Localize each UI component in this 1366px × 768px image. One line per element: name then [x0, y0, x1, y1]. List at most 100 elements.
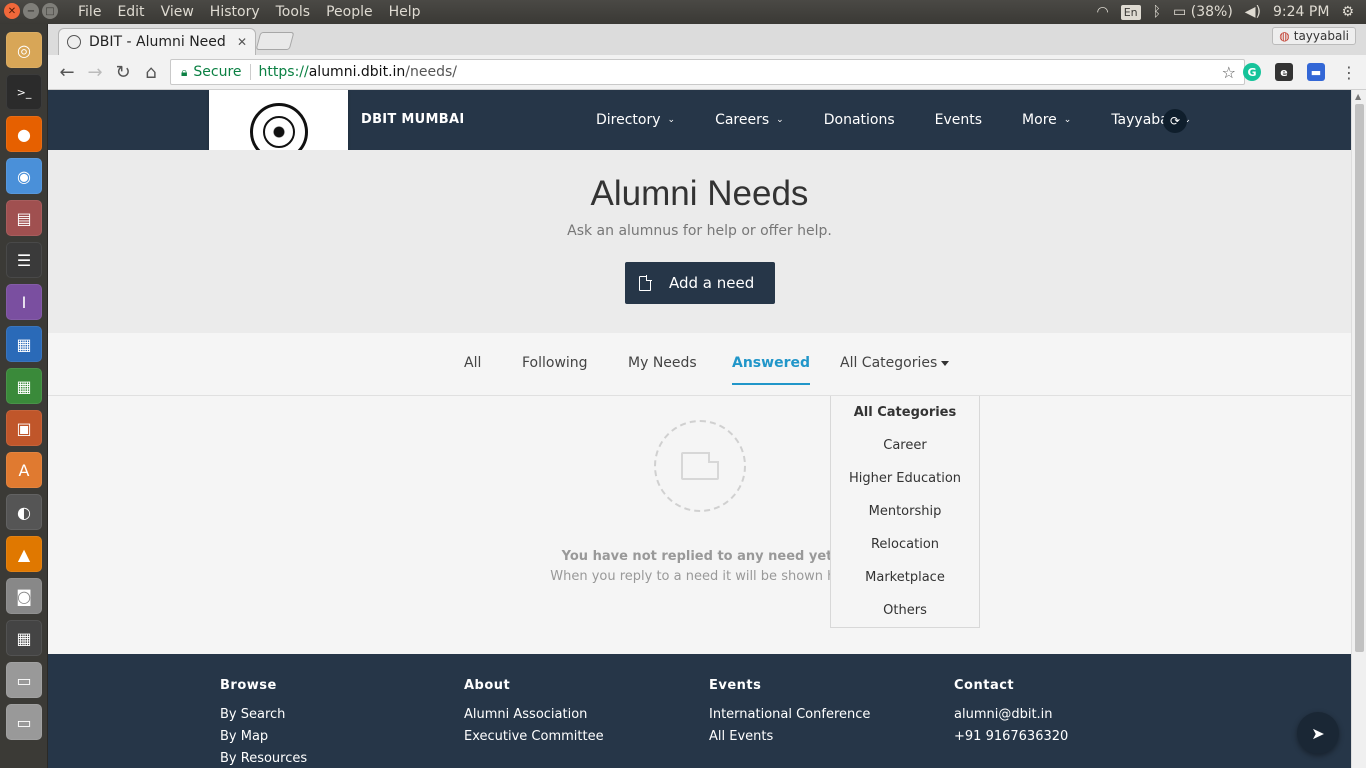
category-option-relocation[interactable]: Relocation: [831, 528, 979, 561]
drive-icon[interactable]: ▭: [6, 662, 42, 698]
profile-button[interactable]: ◍ tayyabali: [1272, 27, 1356, 45]
workspace-switcher-icon[interactable]: ▦: [6, 620, 42, 656]
system-tray: ◠ En ᛒ ▭ (38%) ◀) 9:24 PM ⚙: [1097, 0, 1366, 24]
brand-name[interactable]: DBIT MUMBAI: [361, 112, 464, 127]
close-window-icon[interactable]: ✕: [4, 3, 20, 19]
footer-browse: Browse By Search By Map By Resources: [220, 678, 307, 768]
volume-icon[interactable]: ◀): [1245, 4, 1261, 20]
camera-icon[interactable]: ◙: [6, 578, 42, 614]
bookmark-star-icon[interactable]: ☆: [1222, 63, 1236, 82]
file-manager-icon[interactable]: ▤: [6, 200, 42, 236]
drive-2-icon[interactable]: ▭: [6, 704, 42, 740]
system-monitor-icon[interactable]: ☰: [6, 242, 42, 278]
back-arrow-icon[interactable]: ←: [56, 61, 78, 83]
site-footer: Browse By Search By Map By Resources Abo…: [48, 654, 1351, 768]
footer-link[interactable]: +91 9167636320: [954, 729, 1068, 744]
impress-icon[interactable]: ▣: [6, 410, 42, 446]
home-icon[interactable]: ⌂: [140, 61, 162, 83]
browser-toolbar: ← → ↻ ⌂ 🔒︎ Secure https://alumni.dbit.in…: [48, 55, 1366, 90]
url-host: alumni.dbit.in: [308, 64, 406, 80]
page-title: Alumni Needs: [590, 174, 809, 213]
nav-events[interactable]: Events: [935, 112, 982, 128]
page-subtitle: Ask an alumnus for help or offer help.: [567, 223, 832, 239]
bluetooth-icon[interactable]: ᛒ: [1153, 4, 1161, 20]
extension-icon[interactable]: ▬: [1307, 63, 1325, 81]
browser-menu-icon[interactable]: ⋮: [1338, 61, 1360, 83]
battery-percent: (38%): [1190, 4, 1233, 20]
menu-view[interactable]: View: [153, 3, 202, 21]
nav-donations-label: Donations: [823, 112, 895, 128]
footer-contact: Contact alumni@dbit.in +91 9167636320: [954, 678, 1068, 751]
category-option-higher-education[interactable]: Higher Education: [831, 462, 979, 495]
scrollbar-thumb[interactable]: [1355, 104, 1364, 652]
footer-link[interactable]: International Conference: [709, 707, 870, 722]
evernote-icon[interactable]: e: [1275, 63, 1293, 81]
add-need-button[interactable]: Add a need: [625, 262, 775, 304]
footer-link[interactable]: All Events: [709, 729, 870, 744]
settings-gear-icon[interactable]: ⚙: [1341, 4, 1354, 20]
calc-icon[interactable]: ▦: [6, 368, 42, 404]
footer-heading: About: [464, 678, 511, 693]
battery-icon: ▭: [1173, 4, 1187, 20]
footer-link[interactable]: By Search: [220, 707, 307, 722]
new-tab-button[interactable]: [255, 32, 295, 50]
tab-following[interactable]: Following: [522, 355, 588, 385]
tab-answered[interactable]: Answered: [732, 355, 810, 385]
footer-link[interactable]: alumni@dbit.in: [954, 707, 1068, 722]
footer-link[interactable]: Alumni Association: [464, 707, 604, 722]
empty-subtitle: When you reply to a need it will be show…: [550, 569, 849, 584]
forward-arrow-icon[interactable]: →: [84, 61, 106, 83]
footer-link[interactable]: By Map: [220, 729, 307, 744]
grammarly-icon[interactable]: G: [1243, 63, 1261, 81]
category-option-career[interactable]: Career: [831, 429, 979, 462]
reload-icon[interactable]: ↻: [112, 61, 134, 83]
category-option-mentorship[interactable]: Mentorship: [831, 495, 979, 528]
footer-link[interactable]: Executive Committee: [464, 729, 604, 744]
refresh-icon[interactable]: ⟳: [1163, 109, 1187, 133]
latex-editor-icon[interactable]: Ⅰ: [6, 284, 42, 320]
dash-home-icon[interactable]: ◎: [6, 32, 42, 68]
software-center-icon[interactable]: A: [6, 452, 42, 488]
terminal-icon[interactable]: >_: [6, 74, 42, 110]
nav-careers[interactable]: Careers ⌄: [715, 112, 784, 128]
gimp-icon[interactable]: ◐: [6, 494, 42, 530]
tab-my-needs[interactable]: My Needs: [628, 355, 697, 385]
category-option-marketplace[interactable]: Marketplace: [831, 561, 979, 594]
menu-help[interactable]: Help: [381, 3, 429, 21]
menu-file[interactable]: File: [70, 3, 109, 21]
firefox-icon[interactable]: ●: [6, 116, 42, 152]
tab-alumni-needs[interactable]: DBIT - Alumni Need ✕: [58, 28, 256, 55]
scroll-up-icon[interactable]: ▲: [1355, 92, 1361, 101]
nav-more[interactable]: More ⌄: [1022, 112, 1071, 128]
battery-indicator[interactable]: ▭ (38%): [1173, 4, 1233, 20]
profile-icon: ◍: [1279, 29, 1290, 43]
send-message-icon[interactable]: ➤: [1297, 712, 1339, 754]
vlc-icon[interactable]: ▲: [6, 536, 42, 572]
keyboard-layout[interactable]: En: [1120, 4, 1141, 20]
close-tab-icon[interactable]: ✕: [237, 35, 247, 49]
categories-dropdown-toggle[interactable]: All Categories: [840, 355, 950, 385]
address-bar[interactable]: 🔒︎ Secure https://alumni.dbit.in/needs/ …: [170, 59, 1245, 85]
tab-all[interactable]: All: [464, 355, 481, 385]
main-nav: Directory ⌄ Careers ⌄ Donations Events Mor…: [596, 90, 1215, 150]
footer-link[interactable]: By Resources: [220, 751, 307, 766]
menu-history[interactable]: History: [202, 3, 268, 21]
caret-down-icon: [941, 360, 950, 366]
maximize-window-icon[interactable]: □: [42, 3, 58, 19]
nav-directory[interactable]: Directory ⌄: [596, 112, 675, 128]
nav-directory-label: Directory: [596, 112, 661, 128]
nav-careers-label: Careers: [715, 112, 770, 128]
category-option-others[interactable]: Others: [831, 594, 979, 627]
wifi-icon[interactable]: ◠: [1097, 4, 1109, 20]
menu-people[interactable]: People: [318, 3, 381, 21]
category-option-all[interactable]: All Categories: [831, 396, 979, 429]
page-scrollbar[interactable]: ▲: [1351, 90, 1366, 768]
minimize-window-icon[interactable]: −: [23, 3, 39, 19]
nav-donations[interactable]: Donations: [824, 112, 895, 128]
writer-icon[interactable]: ▦: [6, 326, 42, 362]
menu-tools[interactable]: Tools: [268, 3, 319, 21]
favicon-icon: [67, 35, 81, 49]
chrome-icon[interactable]: ◉: [6, 158, 42, 194]
menu-edit[interactable]: Edit: [109, 3, 152, 21]
clock[interactable]: 9:24 PM: [1273, 4, 1329, 20]
